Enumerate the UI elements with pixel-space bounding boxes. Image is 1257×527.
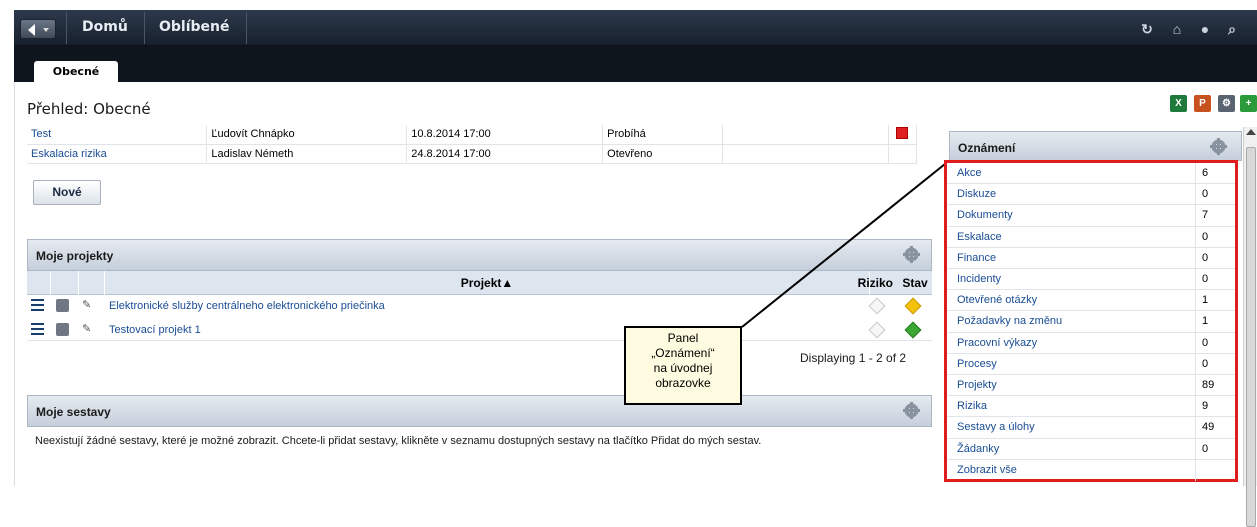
- list-item[interactable]: Pracovní výkazy 0: [947, 332, 1235, 354]
- list-item[interactable]: Otevřené otázky 1: [947, 290, 1235, 312]
- list-item[interactable]: Procesy 0: [947, 353, 1235, 375]
- vertical-scrollbar[interactable]: [1243, 127, 1257, 527]
- list-item[interactable]: Dokumenty 7: [947, 205, 1235, 227]
- list-item[interactable]: Projekty 89: [947, 375, 1235, 397]
- gear-icon[interactable]: [1210, 138, 1227, 155]
- callout-line: [741, 163, 946, 328]
- list-item[interactable]: Eskalace 0: [947, 226, 1235, 248]
- callout-line-3: na úvodnej: [653, 361, 713, 375]
- scroll-thumb[interactable]: [1246, 147, 1256, 527]
- scroll-up-icon[interactable]: [1246, 129, 1256, 135]
- list-item[interactable]: Incidenty 0: [947, 269, 1235, 291]
- callout-line-1: Panel: [667, 331, 699, 345]
- callout-annotation: Panel „Oznámení“ na úvodnej obrazovke: [624, 326, 742, 405]
- list-item[interactable]: Požadavky na změnu 1: [947, 311, 1235, 333]
- callout-line-4: obrazovke: [655, 376, 711, 390]
- callout-line-2: „Oznámení“: [651, 346, 715, 360]
- list-item[interactable]: Diskuze 0: [947, 184, 1235, 206]
- list-item[interactable]: Akce 6: [947, 163, 1235, 185]
- list-item[interactable]: Sestavy a úlohy 49: [947, 417, 1235, 439]
- announcements-panel-header: Oznámení: [949, 131, 1242, 161]
- list-item[interactable]: Rizika 9: [947, 396, 1235, 418]
- list-item[interactable]: Finance 0: [947, 247, 1235, 269]
- announcements-panel-title: Oznámení: [958, 141, 1016, 155]
- list-item[interactable]: Žádanky 0: [947, 438, 1235, 460]
- show-all-link[interactable]: Zobrazit vše: [947, 459, 1235, 481]
- announcements-panel: Akce 6 Diskuze 0 Dokumenty 7 Eskalace 0 Fina…: [944, 160, 1238, 482]
